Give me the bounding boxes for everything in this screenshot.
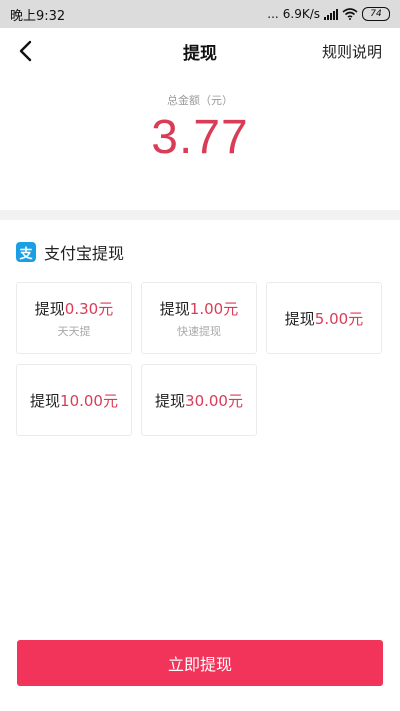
withdraw-option-10.00[interactable]: 提现10.00元: [16, 364, 132, 436]
option-prefix: 提现: [284, 309, 315, 328]
option-amount: 1.00元: [189, 299, 239, 318]
option-prefix: 提现: [34, 299, 65, 318]
withdraw-now-button[interactable]: 立即提现: [17, 640, 383, 686]
chevron-left-icon: [19, 40, 32, 62]
status-indicators: ... 6.9K/s 74: [267, 7, 390, 21]
page-title: 提现: [183, 43, 217, 64]
option-label: 提现30.00元: [155, 390, 243, 411]
option-label: 提现0.30元: [35, 298, 113, 319]
option-prefix: 提现: [30, 391, 61, 410]
status-bar: 晚上9:32 ... 6.9K/s 74: [0, 0, 400, 28]
option-label: 提现5.00元: [285, 308, 363, 329]
option-amount: 10.00元: [60, 391, 118, 410]
status-dots: ...: [267, 7, 279, 21]
section-divider: [0, 210, 400, 220]
back-button[interactable]: [10, 36, 40, 66]
wifi-icon: [342, 8, 358, 20]
option-subtitle: 快速提现: [177, 324, 221, 338]
option-amount: 5.00元: [314, 309, 364, 328]
status-time: 晚上9:32: [10, 8, 66, 24]
option-subtitle: 天天提: [57, 324, 91, 338]
option-amount: 30.00元: [185, 391, 243, 410]
signal-icon: [324, 8, 338, 20]
alipay-header: 支 支付宝提现: [16, 240, 124, 264]
option-label: 提现10.00元: [30, 390, 118, 411]
withdraw-option-30.00[interactable]: 提现30.00元: [141, 364, 257, 436]
alipay-icon: 支: [16, 242, 36, 262]
option-amount: 0.30元: [64, 299, 114, 318]
balance-amount: 3.77: [151, 111, 249, 164]
balance-section: 总金额（元） 3.77: [0, 74, 400, 210]
withdraw-option-0.30[interactable]: 提现0.30元 天天提: [16, 282, 132, 354]
option-label: 提现1.00元: [160, 298, 238, 319]
option-prefix: 提现: [159, 299, 190, 318]
battery-indicator: 74: [362, 7, 390, 21]
balance-label: 总金额（元）: [167, 94, 233, 107]
alipay-title: 支付宝提现: [44, 244, 125, 263]
withdraw-option-1.00[interactable]: 提现1.00元 快速提现: [141, 282, 257, 354]
option-prefix: 提现: [155, 391, 186, 410]
network-speed: 6.9K/s: [282, 7, 320, 21]
rules-link[interactable]: 规则说明: [322, 41, 382, 62]
nav-bar: 提现 规则说明: [0, 28, 400, 74]
withdraw-option-5.00[interactable]: 提现5.00元: [266, 282, 382, 354]
